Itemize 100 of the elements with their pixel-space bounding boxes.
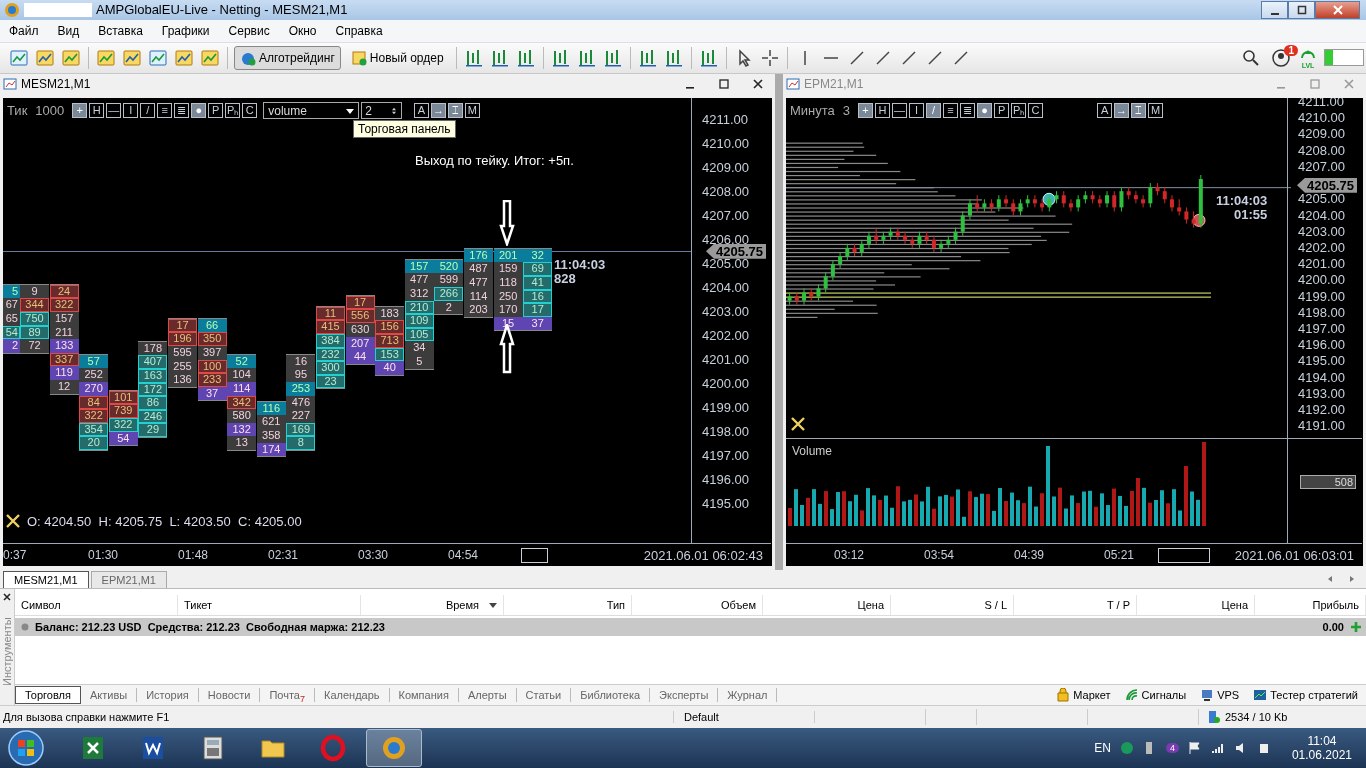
chart-tool-button[interactable]: Pₕ xyxy=(1011,103,1027,119)
column-header[interactable]: Тикет xyxy=(178,595,361,616)
chart-tool-button[interactable]: — xyxy=(106,103,122,119)
tray-badge[interactable]: 4 xyxy=(1165,743,1179,753)
toolbox-tab[interactable]: Календарь xyxy=(315,688,390,703)
chart-tool-button[interactable]: → xyxy=(1114,103,1130,119)
chart-tool-button[interactable]: + xyxy=(858,103,874,119)
toolbox-tab[interactable]: Алерты xyxy=(458,688,517,703)
clock-date[interactable]: 01.06.2021 xyxy=(1291,748,1352,762)
chart-tab[interactable]: MESM21,M1 xyxy=(3,571,89,589)
footprint-cell: 159 xyxy=(493,262,523,276)
indicator-dropdown[interactable]: volume xyxy=(263,102,360,120)
footprint-cell: 11 xyxy=(316,306,345,321)
chart-tool-button[interactable]: ≡ xyxy=(943,103,959,119)
column-header[interactable]: Тип xyxy=(504,595,632,616)
maximize-button[interactable] xyxy=(1288,0,1315,19)
toolbox-tab[interactable]: Торговля xyxy=(15,686,81,705)
chart-tool-button[interactable]: I xyxy=(123,103,139,119)
maximize-icon[interactable] xyxy=(718,78,730,91)
chart-tool-button[interactable]: A xyxy=(413,103,429,119)
toolbar-button[interactable]: Новый ордер xyxy=(344,45,450,70)
column-header[interactable]: T / P xyxy=(1014,595,1137,616)
close-icon xyxy=(1332,4,1343,15)
toolbox-tab[interactable]: Библиотека xyxy=(571,688,651,703)
close-icon[interactable] xyxy=(3,593,11,602)
toolbox-tab[interactable]: Компания xyxy=(389,688,459,703)
toolbox-link[interactable]: Тестер стратегий xyxy=(1253,688,1358,703)
scroll-left-icon[interactable] xyxy=(1326,575,1334,584)
chart-tool-button[interactable]: ≡ xyxy=(157,103,173,119)
footprint-cell: 196 xyxy=(168,332,197,346)
chart-tool-button[interactable]: H xyxy=(875,103,891,119)
column-header[interactable]: Время xyxy=(361,595,504,616)
toolbar-button[interactable]: Алготрейдинг xyxy=(234,45,341,70)
column-header[interactable]: Символ xyxy=(15,595,178,616)
menu-item[interactable]: Файл xyxy=(0,23,49,38)
footprint-cell: 52 xyxy=(227,354,257,369)
signal-strength-icon[interactable] xyxy=(1210,741,1225,755)
chart-tool-button[interactable]: M xyxy=(1148,103,1164,119)
column-header[interactable]: Объем xyxy=(632,595,763,616)
toolbox-tab[interactable]: Активы xyxy=(80,688,138,703)
toolbox-link[interactable]: VPS xyxy=(1200,688,1240,703)
column-header[interactable]: S / L xyxy=(891,595,1014,616)
redaction-block xyxy=(24,2,92,17)
close-icon[interactable] xyxy=(752,78,764,91)
menu-item[interactable]: Вид xyxy=(48,23,90,38)
chart-tool-button[interactable]: ≣ xyxy=(174,103,190,119)
menu-item[interactable]: Справка xyxy=(326,23,393,38)
clock-time[interactable]: 11:04 xyxy=(1307,734,1337,748)
spin-field[interactable]: 2 xyxy=(361,102,402,120)
menu-item[interactable]: Окно xyxy=(279,23,327,38)
trading-app-icon[interactable] xyxy=(366,729,422,767)
column-header[interactable]: Цена xyxy=(763,595,891,616)
chart-tool-button[interactable]: C xyxy=(242,103,258,119)
toolbox-tab[interactable]: Эксперты xyxy=(650,688,719,703)
chart-tool-button[interactable]: / xyxy=(926,103,942,119)
menu-item[interactable]: Графики xyxy=(152,23,220,38)
chart-tool-button[interactable]: P xyxy=(994,103,1010,119)
account-icon[interactable] xyxy=(1270,46,1292,69)
chart-tool-button[interactable]: ● xyxy=(977,103,993,119)
toolbox-link[interactable]: Маркет xyxy=(1056,688,1111,703)
minimize-button[interactable] xyxy=(1261,0,1288,19)
toolbox-tab[interactable]: Почта$_{7}$ xyxy=(260,688,315,703)
column-header[interactable]: Цена xyxy=(1137,595,1255,616)
chart-tab[interactable]: EPM21,M1 xyxy=(90,571,167,589)
chart-tool-button[interactable]: / xyxy=(140,103,156,119)
chart-tool-button[interactable]: ⌶ xyxy=(447,103,463,119)
scroll-right-icon[interactable] xyxy=(1348,575,1356,584)
chart-tool-button[interactable]: → xyxy=(430,103,446,119)
start-button[interactable] xyxy=(6,728,46,768)
chart-tool-button[interactable]: ≣ xyxy=(960,103,976,119)
footprint-cell: 109 xyxy=(404,314,434,328)
chart-tool-button[interactable]: A xyxy=(1097,103,1113,119)
flag-icon[interactable] xyxy=(1187,741,1202,755)
price-axis-label: 4193.00 xyxy=(1298,385,1345,401)
column-header[interactable]: Прибыль xyxy=(1255,595,1366,616)
chart-tool-button[interactable]: Pₕ xyxy=(225,103,241,119)
chart-tool-button[interactable]: C xyxy=(1028,103,1044,119)
chart-tool-button[interactable]: — xyxy=(892,103,908,119)
chart-tool-button[interactable]: ⌶ xyxy=(1131,103,1147,119)
chart-tool-button[interactable]: + xyxy=(72,103,88,119)
toolbox-link[interactable]: Сигналы xyxy=(1124,688,1187,703)
close-button[interactable] xyxy=(1315,0,1360,19)
chart-tool-button[interactable]: I xyxy=(909,103,925,119)
toolbox-tab[interactable]: Журнал xyxy=(718,688,778,703)
tools-icon[interactable] xyxy=(790,415,806,432)
price-axis-label: 4196.00 xyxy=(702,471,749,487)
footprint-cell: 5 xyxy=(3,284,20,299)
menu-item[interactable]: Вставка xyxy=(89,23,153,38)
toolbox-tab[interactable]: Статьи xyxy=(516,688,572,703)
menu-item[interactable]: Сервис xyxy=(219,23,280,38)
tools-icon[interactable] xyxy=(5,513,21,530)
language-indicator[interactable]: EN xyxy=(1094,741,1111,755)
chart-tool-button[interactable]: P xyxy=(208,103,224,119)
footprint-cell: 739 xyxy=(108,404,138,418)
chart-tool-button[interactable]: H xyxy=(89,103,105,119)
toolbox-tab[interactable]: История xyxy=(137,688,199,703)
chart-tool-button[interactable]: M xyxy=(464,103,480,119)
chart-tool-button[interactable]: ● xyxy=(191,103,207,119)
toolbox-tab[interactable]: Новости xyxy=(198,688,261,703)
price-axis-label: 4198.00 xyxy=(1298,304,1345,320)
